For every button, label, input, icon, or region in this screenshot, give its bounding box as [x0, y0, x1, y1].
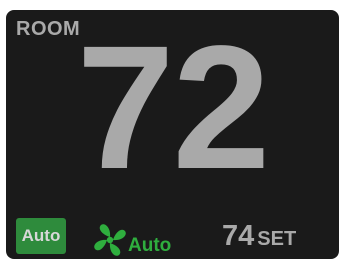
mode-button[interactable]: Auto	[16, 218, 66, 254]
room-temperature: 72	[76, 10, 271, 206]
setpoint-label: SET	[257, 228, 297, 250]
fan-control[interactable]: Auto	[92, 218, 171, 258]
setpoint-control[interactable]: 74 SET	[222, 222, 296, 251]
thermostat-display: ROOM 72 Auto Auto 74 SET	[6, 10, 339, 259]
fan-mode-label: Auto	[128, 235, 172, 256]
fan-icon	[94, 224, 126, 256]
setpoint-value: 74	[222, 220, 255, 252]
mode-button-label: Auto	[21, 226, 61, 245]
